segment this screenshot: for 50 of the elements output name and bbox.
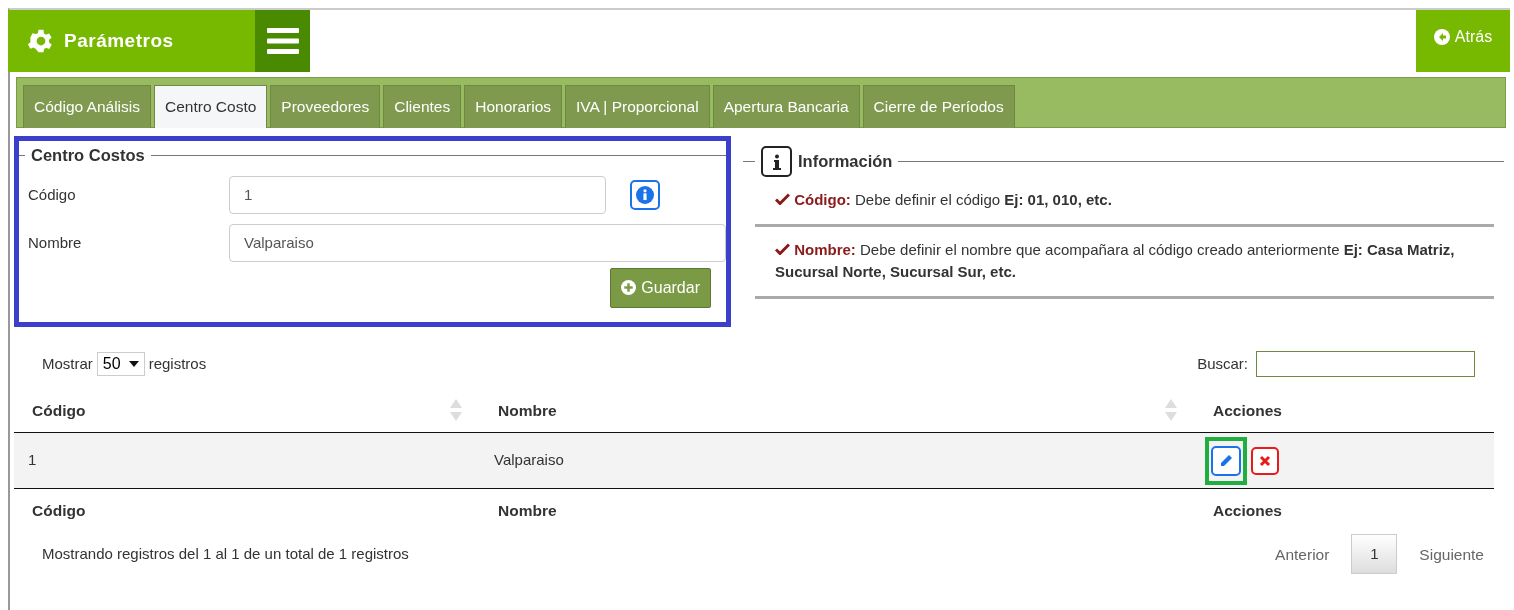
text-label: registros xyxy=(148,353,207,374)
back-button[interactable]: Atrás xyxy=(1416,10,1510,72)
tab[interactable]: Cierre de Períodos xyxy=(862,85,1015,128)
tab[interactable]: Honorarios xyxy=(464,85,562,128)
page-button[interactable]: 1 xyxy=(1351,534,1398,575)
tab[interactable]: Código Análisis xyxy=(23,85,151,128)
help-button[interactable] xyxy=(630,179,660,210)
tab[interactable]: Apertura Bancaria xyxy=(712,85,860,128)
menu-button[interactable] xyxy=(255,10,310,72)
check-icon xyxy=(775,193,790,205)
delete-button[interactable] xyxy=(1251,446,1279,475)
column-header: Acciones xyxy=(1213,502,1282,519)
table-info: Mostrando registros del 1 al 1 de un total de 1 registros xyxy=(42,544,409,564)
text-label: Mostrar xyxy=(42,353,93,374)
next-link[interactable]: Siguiente xyxy=(1413,541,1490,567)
section-title: Información xyxy=(798,151,893,173)
edit-button[interactable] xyxy=(1211,445,1241,476)
search-field[interactable] xyxy=(1256,350,1475,377)
save-button[interactable]: Guardar xyxy=(610,267,711,308)
table-cell: 1 xyxy=(28,451,37,469)
section-title: Centro Costos xyxy=(31,145,145,166)
column-header: Acciones xyxy=(1213,400,1282,421)
menu-icon xyxy=(266,28,299,54)
caret-icon xyxy=(128,360,139,367)
tab[interactable]: Centro Costo xyxy=(154,85,268,128)
tab[interactable]: Proveedores xyxy=(270,85,381,128)
column-header: Nombre xyxy=(498,400,557,421)
info-icon xyxy=(636,185,654,204)
column-header: Nombre xyxy=(498,502,557,519)
info-icon xyxy=(761,146,792,177)
column-header: Código xyxy=(32,502,86,519)
input-field[interactable]: 1 xyxy=(229,175,606,214)
page-size-select[interactable]: 50 xyxy=(96,351,145,376)
app-title: Parámetros xyxy=(64,29,174,53)
help-text: Código: Debe definir el código Ej: 01, 010, etc. xyxy=(775,189,1474,212)
previous-link[interactable]: Anterior xyxy=(1269,541,1336,567)
pencil-icon xyxy=(1219,453,1233,468)
field-label: Código xyxy=(28,184,77,205)
tab[interactable]: IVA | Proporcional xyxy=(565,85,710,128)
table-cell: Valparaiso xyxy=(494,451,564,469)
plus-icon xyxy=(621,280,637,296)
tab[interactable]: Clientes xyxy=(383,85,462,128)
search-label: Buscar: xyxy=(1197,353,1248,374)
close-icon xyxy=(1259,454,1271,467)
arrow-left-icon xyxy=(1433,28,1450,45)
help-text: Nombre: Debe definir el nombre que acompañara al código creado anteriormente Ej: Casa Matriz, Sucursal Norte, Sucursal Sur, etc. xyxy=(775,239,1456,282)
input-field[interactable]: Valparaiso xyxy=(229,223,726,262)
field-label: Nombre xyxy=(28,232,83,253)
column-header: Código xyxy=(32,400,86,421)
check-icon xyxy=(775,242,790,255)
